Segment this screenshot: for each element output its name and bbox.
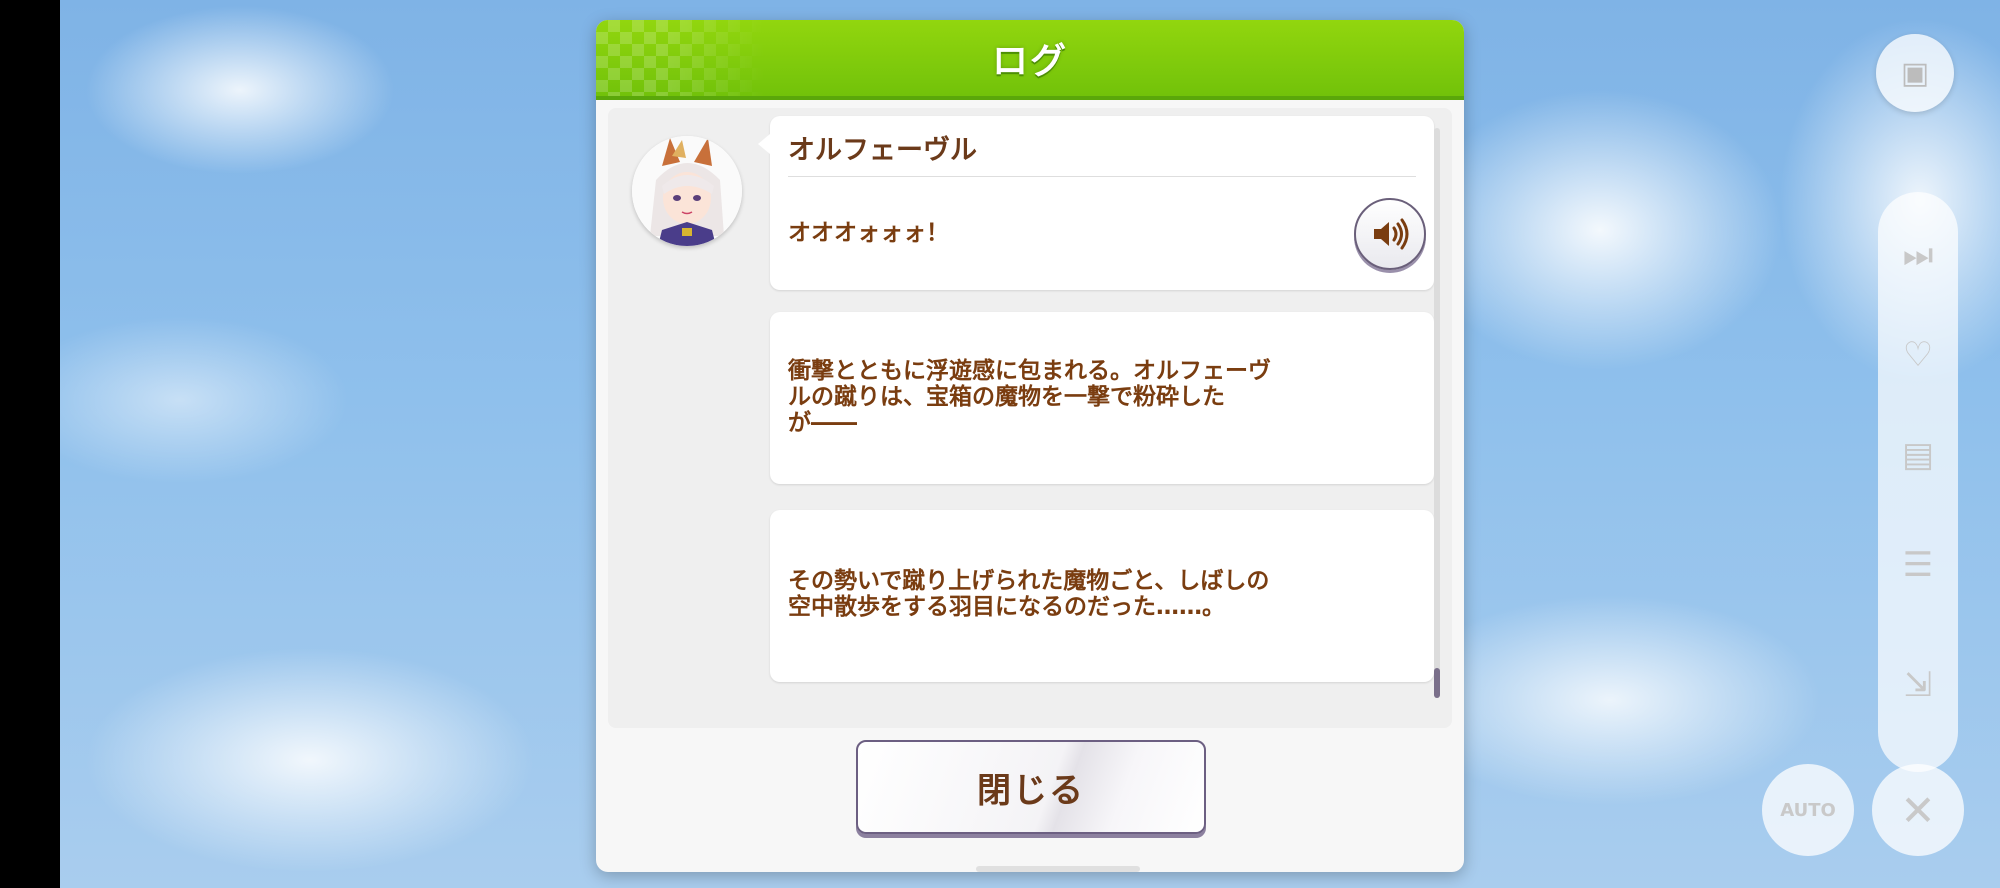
close-x-icon: ✕ bbox=[1900, 785, 1936, 835]
scrollbar[interactable] bbox=[1434, 128, 1440, 698]
dialog-header: ログ bbox=[596, 20, 1464, 100]
auto-label: AUTO bbox=[1780, 799, 1836, 821]
bubble-tail bbox=[758, 134, 770, 154]
log-entry: その勢いで蹴り上げられた魔物ごと、しばしの 空中散歩をする羽目になるのだった……… bbox=[770, 510, 1434, 682]
auto-button[interactable]: AUTO bbox=[1762, 764, 1854, 856]
heart-button[interactable]: ♡ bbox=[1878, 310, 1958, 400]
divider bbox=[788, 176, 1416, 177]
skip-icon: ⏭ bbox=[1902, 235, 1934, 275]
scrollbar-thumb[interactable] bbox=[1434, 668, 1440, 698]
dialogue-text: オオオォォォ！ bbox=[788, 220, 949, 246]
collapse-icon: ⇲ bbox=[1903, 665, 1933, 705]
voice-play-button[interactable] bbox=[1354, 198, 1426, 270]
close-button[interactable]: 閉じる bbox=[856, 740, 1206, 834]
exit-button[interactable]: ✕ bbox=[1872, 764, 1964, 856]
hide-ui-button[interactable]: ⇲ bbox=[1878, 640, 1958, 730]
log-list[interactable]: オルフェーヴル オオオォォォ！ 衝撃とともに浮遊感に包まれる。オルフェーヴ ルの… bbox=[608, 108, 1452, 728]
narration-text: その勢いで蹴り上げられた魔物ごと、しばしの 空中散歩をする羽目になるのだった……… bbox=[788, 568, 1270, 620]
log-dialog: ログ オルフェーヴル オオオォォォ！ 衝撃とともに浮遊感に包まれる。オルフェーヴ… bbox=[596, 20, 1464, 872]
character-avatar bbox=[632, 136, 742, 246]
log-entry: 衝撃とともに浮遊感に包まれる。オルフェーヴ ルの蹴りは、宝箱の魔物を一撃で粉砕し… bbox=[770, 312, 1434, 484]
log-icon: ☰ bbox=[1902, 545, 1934, 585]
heart-icon: ♡ bbox=[1902, 335, 1934, 375]
skip-button[interactable]: ⏭ bbox=[1878, 210, 1958, 300]
album-button[interactable]: ▤ bbox=[1878, 410, 1958, 500]
bottom-tab-indicator bbox=[976, 866, 1140, 872]
narration-text: 衝撃とともに浮遊感に包まれる。オルフェーヴ ルの蹴りは、宝箱の魔物を一撃で粉砕し… bbox=[788, 358, 1271, 436]
menu-icon[interactable]: ▣ bbox=[1876, 34, 1954, 112]
dialog-title: ログ bbox=[991, 41, 1068, 82]
log-button[interactable]: ☰ bbox=[1878, 520, 1958, 610]
speaker-name: オルフェーヴル bbox=[788, 135, 977, 166]
speaker-icon bbox=[1374, 218, 1409, 250]
log-entry: オルフェーヴル オオオォォォ！ bbox=[758, 116, 1434, 290]
album-icon: ▤ bbox=[1901, 435, 1935, 475]
